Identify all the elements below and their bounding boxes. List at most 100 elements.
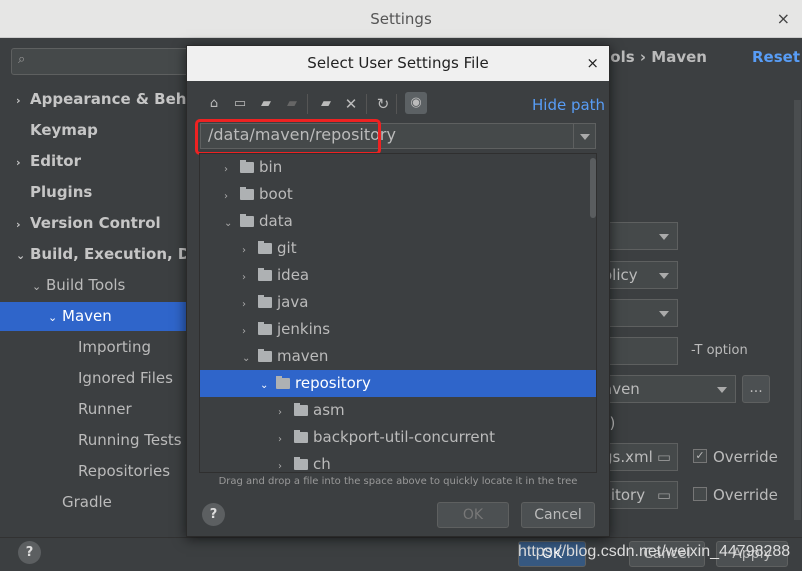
hide-path-link[interactable]: Hide path <box>532 96 605 114</box>
show-hidden-icon[interactable]: ◉ <box>405 92 427 114</box>
chevron-down-icon[interactable]: ⌄ <box>48 303 62 332</box>
dropdown-3[interactable] <box>600 299 678 327</box>
tree-scrollbar[interactable] <box>590 158 596 218</box>
home-icon[interactable]: ⌂ <box>205 95 223 113</box>
window-close-button[interactable]: × <box>777 0 790 38</box>
sidebar-item-label: Editor <box>30 152 81 170</box>
checksum-policy-dropdown[interactable]: olicy <box>600 261 678 289</box>
watermark: https://blog.csdn.net/weixin_44798288 <box>518 543 791 560</box>
sidebar-item-label: Repositories <box>78 462 171 480</box>
reset-link[interactable]: Reset <box>752 48 800 66</box>
folder-icon <box>240 187 254 200</box>
override-settings-checkbox[interactable]: ✓ <box>693 449 707 463</box>
folder-icon <box>294 403 308 416</box>
tree-item[interactable]: › git <box>200 235 586 262</box>
chevron-right-icon[interactable]: › <box>16 86 30 115</box>
chevron-down-icon[interactable]: ⌄ <box>242 345 258 372</box>
sidebar-item-label: Keymap <box>30 121 98 139</box>
dialog-help-button[interactable]: ? <box>202 503 225 526</box>
tree-item[interactable]: › ch <box>200 451 586 472</box>
sidebar-item-label: Runner <box>78 400 132 418</box>
tree-item[interactable]: › asm <box>200 397 586 424</box>
dialog-ok-button[interactable]: OK <box>437 502 509 528</box>
file-tree[interactable]: › bin › boot ⌄ data › git › idea › java › jenkins ⌄ mav… <box>199 153 597 473</box>
toolbar-divider <box>307 94 308 114</box>
threads-input[interactable] <box>600 337 678 365</box>
dialog-title: Select User Settings File <box>187 46 609 81</box>
tree-item-label: asm <box>313 401 345 419</box>
tree-item-label: jenkins <box>277 320 331 338</box>
tree-item-label: idea <box>277 266 310 284</box>
local-repository-input[interactable]: sitory ▭ <box>600 481 678 509</box>
dialog-close-button[interactable]: × <box>586 46 599 81</box>
tree-item[interactable]: › idea <box>200 262 586 289</box>
new-folder-icon[interactable]: ▰ <box>317 95 335 113</box>
chevron-right-icon[interactable]: › <box>242 291 258 318</box>
tree-item-label: java <box>277 293 309 311</box>
chevron-right-icon[interactable]: › <box>242 318 258 345</box>
sidebar-item-label: Maven <box>62 307 112 325</box>
tree-item[interactable]: ⌄ maven <box>200 343 586 370</box>
tree-item-label: data <box>259 212 293 230</box>
refresh-icon[interactable]: ↻ <box>374 95 392 113</box>
folder-icon[interactable]: ▭ <box>657 444 671 470</box>
chevron-right-icon[interactable]: › <box>242 264 258 291</box>
main-scrollbar[interactable] <box>794 100 801 520</box>
tree-item[interactable]: › bin <box>200 154 586 181</box>
chevron-down-icon[interactable]: ⌄ <box>260 372 276 399</box>
tree-item-label: repository <box>295 374 371 392</box>
user-settings-file-input[interactable]: gs.xml ▭ <box>600 443 678 471</box>
module-folder-icon[interactable]: ▰ <box>283 95 301 113</box>
chevron-down-icon[interactable]: ⌄ <box>16 241 30 270</box>
chevron-right-icon[interactable]: › <box>224 183 240 210</box>
chevron-down-icon[interactable]: ⌄ <box>224 210 240 237</box>
sidebar-item-label: Importing <box>78 338 151 356</box>
sidebar-item-label: Gradle <box>62 493 112 511</box>
tree-item[interactable]: › jenkins <box>200 316 586 343</box>
override-label-2: Override <box>713 486 778 504</box>
path-dropdown-button[interactable] <box>573 124 595 148</box>
tree-item[interactable]: › backport-util-concurrent <box>200 424 586 451</box>
tree-item[interactable]: ⌄ data <box>200 208 586 235</box>
t-option-label: -T option <box>691 343 748 358</box>
project-folder-icon[interactable]: ▰ <box>257 95 275 113</box>
sidebar-item-label: Plugins <box>30 183 93 201</box>
chevron-right-icon[interactable]: › <box>242 237 258 264</box>
tree-item[interactable]: › boot <box>200 181 586 208</box>
override-repository-checkbox[interactable] <box>693 487 707 501</box>
sidebar-item-label: Build Tools <box>46 276 126 294</box>
tree-item[interactable]: › java <box>200 289 586 316</box>
sidebar-item-label: Running Tests <box>78 431 182 449</box>
sidebar-item-label: Version Control <box>30 214 161 232</box>
dialog-cancel-button[interactable]: Cancel <box>521 502 595 528</box>
folder-icon <box>258 268 272 281</box>
browse-button[interactable]: ... <box>742 375 770 403</box>
delete-icon[interactable]: ✕ <box>342 95 360 113</box>
dropdown-1[interactable] <box>600 222 678 250</box>
chevron-right-icon[interactable]: › <box>278 426 294 453</box>
folder-icon <box>240 214 254 227</box>
sidebar-item-label: Ignored Files <box>78 369 173 387</box>
tree-item-label: bin <box>259 158 283 176</box>
toolbar-divider <box>396 94 397 114</box>
chevron-right-icon[interactable]: › <box>16 210 30 239</box>
folder-icon[interactable]: ▭ <box>657 482 671 508</box>
toolbar-divider <box>366 94 367 114</box>
chevron-right-icon[interactable]: › <box>278 453 294 472</box>
tree-item-label: git <box>277 239 297 257</box>
field-value: gs.xml <box>603 448 653 466</box>
folder-icon <box>294 430 308 443</box>
folder-icon <box>276 376 290 389</box>
maven-home-dropdown[interactable]: aven <box>600 375 736 403</box>
help-button[interactable]: ? <box>18 541 41 564</box>
chevron-right-icon[interactable]: › <box>16 148 30 177</box>
search-icon: ⌕ <box>18 52 26 67</box>
override-label: Override <box>713 448 778 466</box>
tree-item[interactable]: ⌄ repository <box>200 370 596 399</box>
desktop-icon[interactable]: ▭ <box>231 95 249 113</box>
chevron-right-icon[interactable]: › <box>278 399 294 426</box>
chevron-down-icon[interactable]: ⌄ <box>32 272 46 301</box>
chevron-right-icon[interactable]: › <box>224 156 240 183</box>
folder-icon <box>258 295 272 308</box>
tree-item-label: maven <box>277 347 329 365</box>
